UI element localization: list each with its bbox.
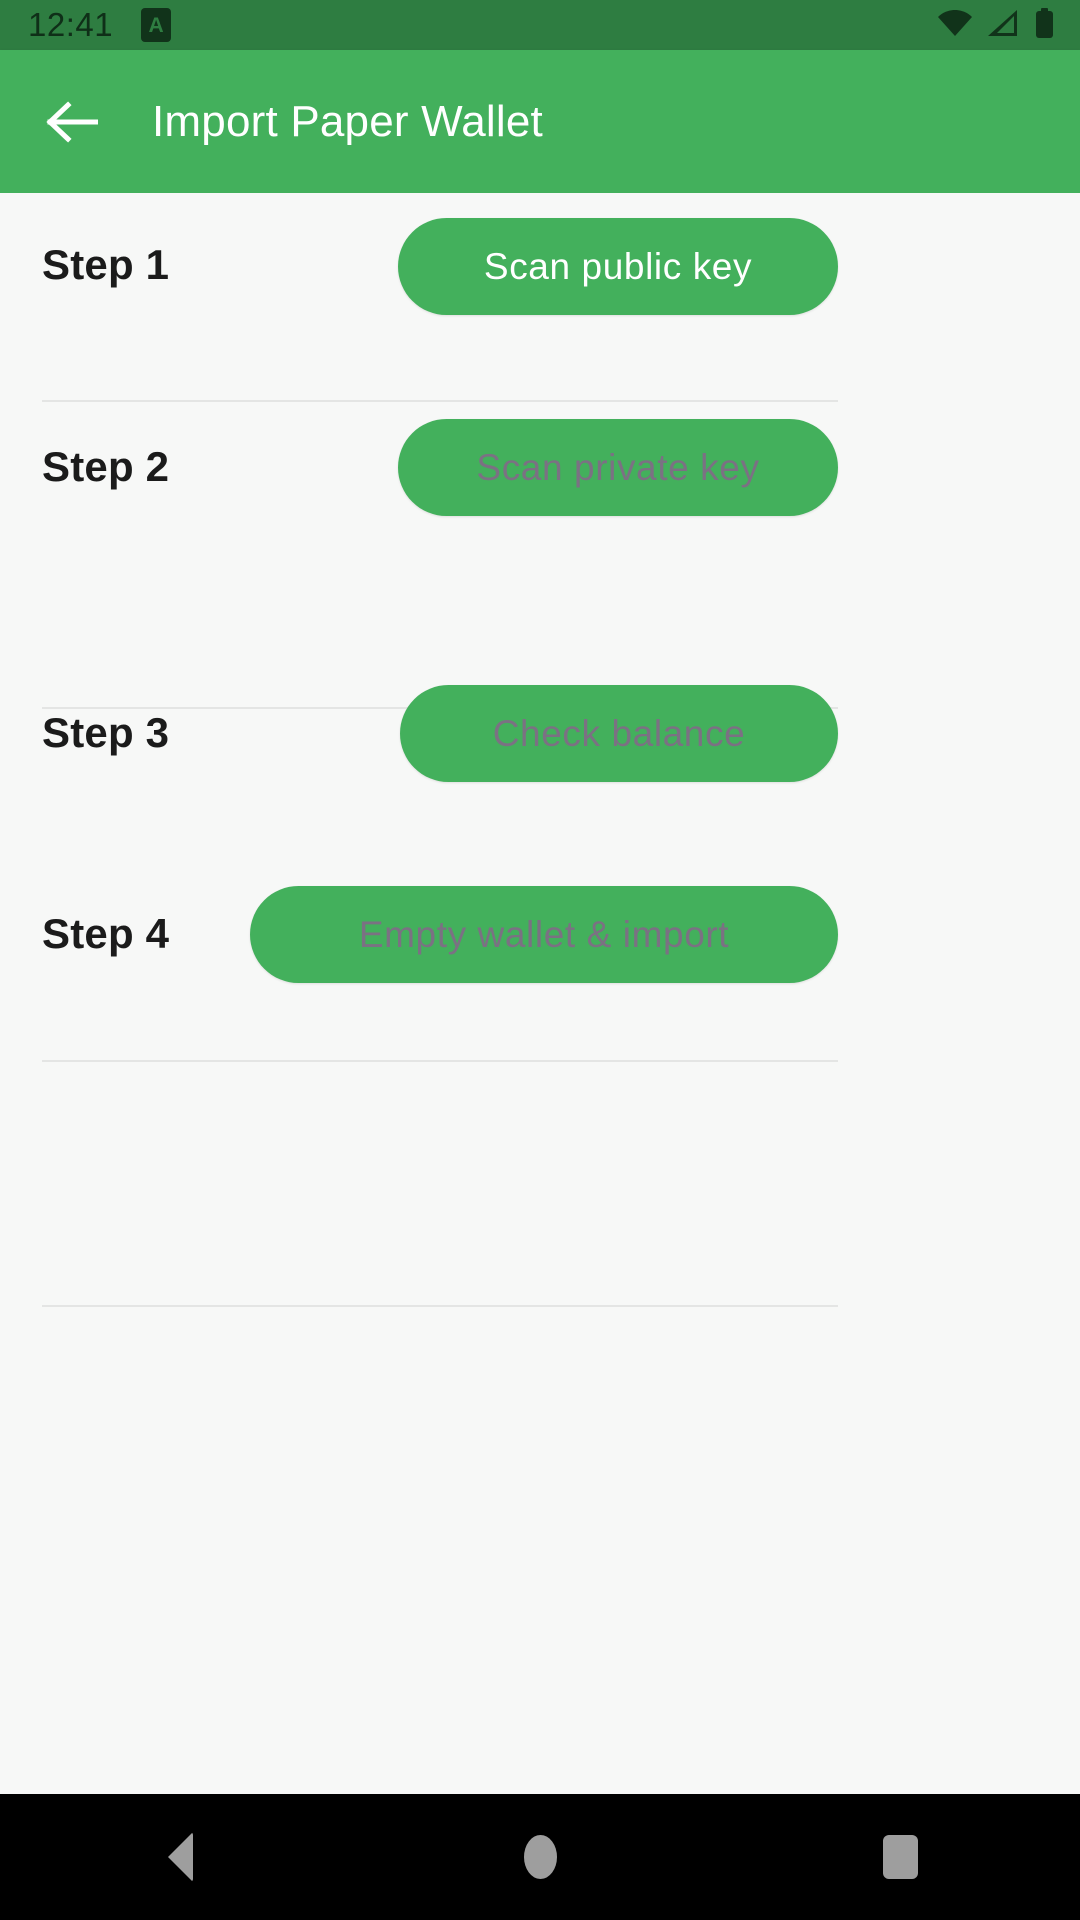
status-bar: 12:41 A xyxy=(0,0,1080,50)
android-navigation-bar xyxy=(0,1794,1080,1920)
check-balance-button[interactable]: Check balance xyxy=(400,685,838,782)
arrow-left-icon xyxy=(46,100,98,143)
back-nav-button[interactable] xyxy=(105,1794,255,1920)
scan-public-key-button[interactable]: Scan public key xyxy=(398,218,838,315)
phone-screen: 12:41 A Import Paper Wallet Step 1 Scan … xyxy=(0,0,1080,1920)
step-label: Step 1 xyxy=(42,241,170,288)
step-label: Step 3 xyxy=(42,709,170,756)
step-label: Step 4 xyxy=(42,910,170,957)
cellular-signal-icon xyxy=(988,9,1019,41)
square-recents-icon xyxy=(882,1835,918,1879)
step-label: Step 2 xyxy=(42,443,170,490)
battery-icon xyxy=(1035,7,1054,43)
row-divider xyxy=(42,1060,838,1062)
row-divider xyxy=(42,400,838,402)
notification-badge-icon: A xyxy=(141,8,172,42)
triangle-back-icon xyxy=(167,1832,193,1882)
app-bar: Import Paper Wallet xyxy=(0,50,1080,193)
back-button[interactable] xyxy=(42,92,102,152)
home-nav-button[interactable] xyxy=(465,1794,615,1920)
page-title: Import Paper Wallet xyxy=(152,96,543,146)
recents-nav-button[interactable] xyxy=(825,1794,975,1920)
scan-private-key-button[interactable]: Scan private key xyxy=(398,419,838,516)
status-bar-icons xyxy=(938,7,1054,43)
circle-home-icon xyxy=(523,1835,557,1879)
row-divider xyxy=(42,1305,838,1307)
wifi-icon xyxy=(938,9,972,41)
empty-wallet-import-button[interactable]: Empty wallet & import xyxy=(250,886,838,983)
status-bar-clock: 12:41 xyxy=(28,6,114,43)
steps-list: Step 1 Scan public key Step 2 Scan priva… xyxy=(0,193,1080,1794)
